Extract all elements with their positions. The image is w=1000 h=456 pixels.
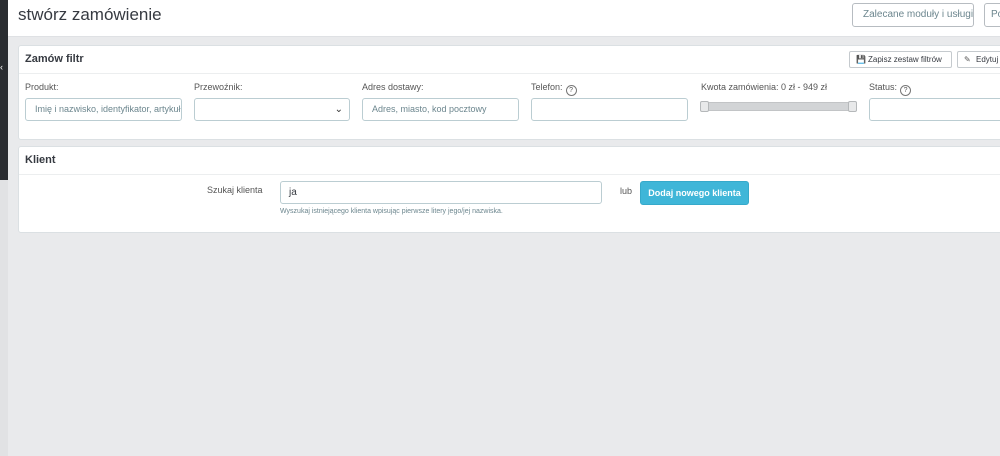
amount-label: Kwota zamówienia: 0 zł - 949 zł [701,82,828,92]
page-title: stwórz zamówienie [18,5,162,24]
client-title: Klient [25,154,56,166]
phone-input[interactable] [531,98,688,121]
edit-label: Edytuj [976,55,999,64]
phone-label-wrap: Telefon:? [531,82,577,96]
client-search-input[interactable]: ja [280,181,602,204]
help-icon[interactable]: ? [900,85,912,96]
status-label: Status: [869,82,898,92]
order-filter-panel: Zamów filtr 💾 Zapisz zestaw filtrów ✎ Edyt… [18,45,1000,140]
add-new-client-button[interactable]: Dodaj nowego klienta [640,181,749,205]
product-input[interactable]: Imię i nazwisko, identyfikator, artykuł [25,98,182,121]
or-text: lub [620,186,633,196]
slider-min-handle[interactable] [700,101,709,112]
recommended-modules-button[interactable]: Zalecane moduły i usługi [852,3,974,27]
product-label: Produkt: [25,82,59,92]
client-search-label: Szukaj klienta [207,185,263,195]
page-header: stwórz zamówienie Zalecane moduły i usłu… [8,0,1000,37]
save-filters-label: Zapisz zestaw filtrów [868,55,942,64]
amount-range-slider[interactable] [700,101,857,112]
address-label: Adres dostawy: [362,82,424,92]
status-input[interactable] [869,98,1000,121]
order-filter-title: Zamów filtr [25,53,84,65]
client-panel: Klient Szukaj klienta ja lub Dodaj noweg… [18,146,1000,233]
help-icon[interactable]: ? [565,85,577,96]
carrier-label: Przewoźnik: [194,82,243,92]
edit-button[interactable]: ✎ Edytuj [957,51,1000,68]
address-input[interactable]: Adres, miasto, kod pocztowy [362,98,519,121]
chevron-down-icon: ⌄ [334,104,343,115]
order-filter-heading: Zamów filtr 💾 Zapisz zestaw filtrów ✎ Edyt… [19,46,1000,74]
phone-label: Telefon: [531,82,563,92]
pencil-icon: ✎ [964,55,971,64]
slider-max-handle[interactable] [848,101,857,112]
header-extra-button[interactable]: Po [984,3,1000,27]
client-heading: Klient [19,147,1000,175]
save-icon: 💾 [856,55,866,64]
client-search-help: Wyszukaj istniejącego klienta wpisując p… [280,208,503,215]
sidebar-strip-lower [0,180,8,456]
status-label-wrap: Status:? [869,82,912,96]
sidebar-strip: ‹ [0,0,8,180]
carrier-select[interactable]: ⌄ [194,98,350,121]
chevron-left-icon[interactable]: ‹ [0,63,6,72]
save-filters-button[interactable]: 💾 Zapisz zestaw filtrów [849,51,952,68]
